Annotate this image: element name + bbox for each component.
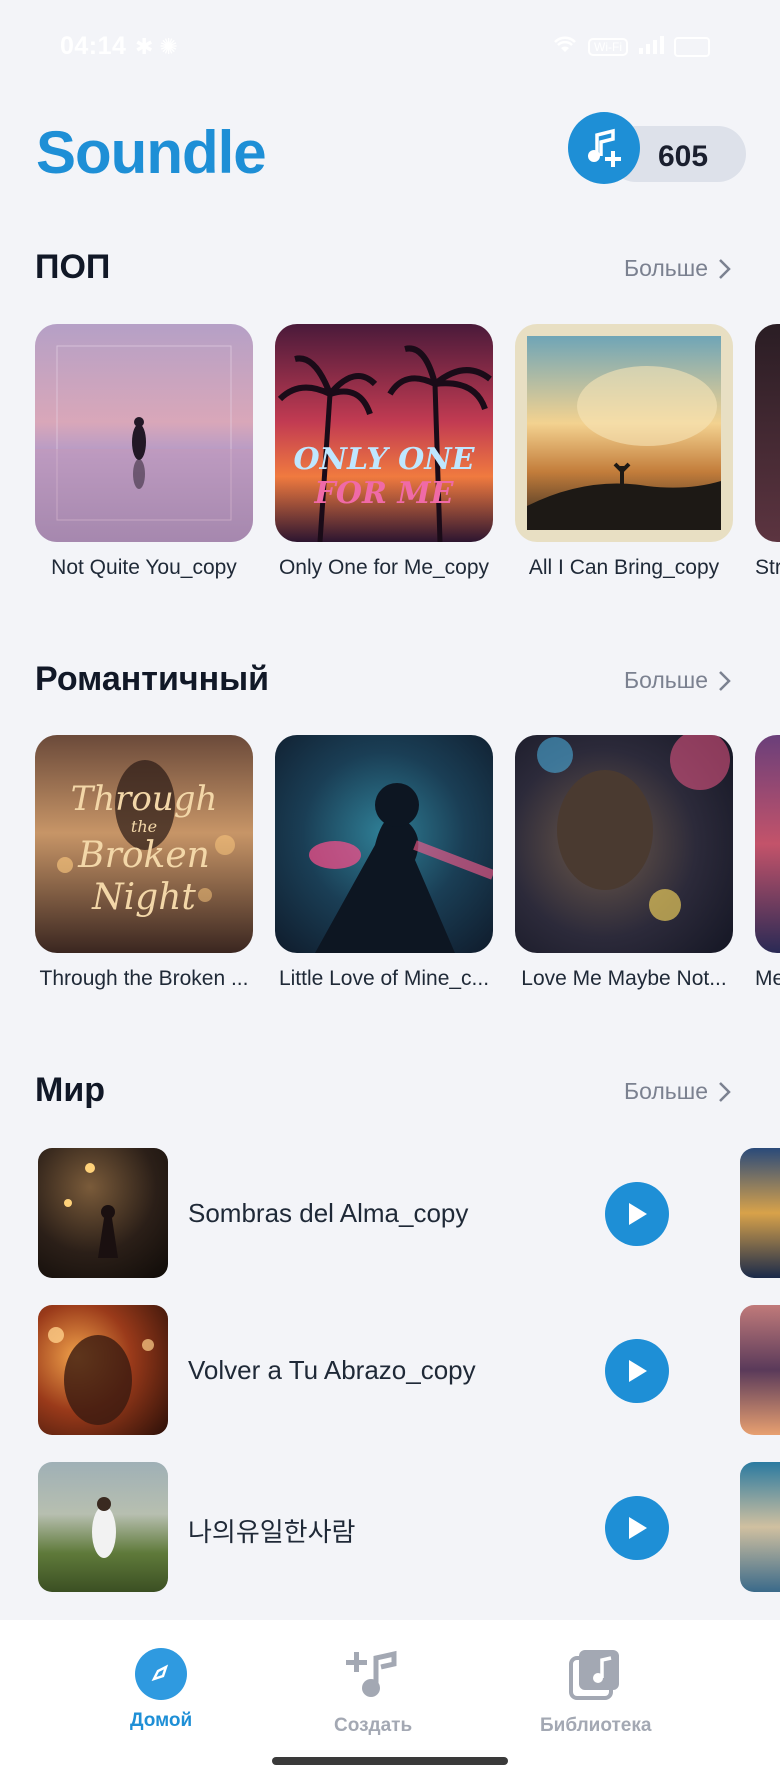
chevron-right-icon — [719, 1081, 731, 1102]
song-title: Not Quite You_copy — [51, 556, 237, 579]
nav-tab-home[interactable]: Домой — [130, 1648, 192, 1732]
section-title-world: Мир — [35, 1071, 105, 1109]
add-music-icon — [568, 112, 640, 184]
signal-icon — [638, 34, 664, 59]
song-title: Str — [755, 556, 780, 579]
wifi-icon — [552, 34, 578, 59]
song-thumbnail — [38, 1148, 168, 1278]
status-left-icons: ✱ ✺ — [135, 34, 178, 59]
song-title: Through the Broken ... — [39, 967, 249, 990]
song-card[interactable]: Through the Broken Night Through the Bro… — [35, 735, 253, 991]
credits-count: 605 — [658, 140, 709, 173]
song-card[interactable]: Me — [755, 735, 780, 991]
song-title: Only One for Me_copy — [278, 556, 490, 579]
song-title: Little Love of Mine_c... — [278, 967, 490, 990]
cover-text: Broken — [78, 835, 210, 876]
section-title-pop: ПОП — [35, 248, 111, 286]
bottom-navigation: Домой Создать Библиотека — [0, 1620, 780, 1777]
pop-carousel: Not Quite You_copy ONLY ONE FOR ME Only … — [35, 324, 780, 580]
status-time: 04:14 — [60, 32, 127, 60]
app-logo: Soundle — [36, 119, 267, 186]
song-title: 나의유일한사람 — [188, 1517, 356, 1547]
world-song-list: Sombras del Alma_copy Volver a Tu Abrazo… — [38, 1148, 738, 1619]
next-column-thumbnail[interactable] — [740, 1462, 780, 1592]
cover-text: Through — [70, 779, 218, 819]
song-title: Love Me Maybe Not... — [521, 967, 727, 990]
song-title: All I Can Bring_copy — [528, 556, 720, 579]
library-icon — [568, 1648, 623, 1705]
nav-label: Домой — [130, 1710, 193, 1731]
song-thumbnail — [38, 1462, 168, 1592]
cover-text: FOR ME — [314, 476, 454, 511]
song-cover — [755, 324, 780, 542]
world-more-link[interactable]: Больше — [624, 1078, 732, 1105]
more-label: Больше — [623, 255, 708, 281]
nav-label: Библиотека — [540, 1715, 652, 1736]
song-cover — [755, 735, 780, 953]
play-button[interactable] — [605, 1496, 669, 1560]
song-cover — [515, 735, 733, 953]
song-thumbnail — [38, 1305, 168, 1435]
pop-more-link[interactable]: Больше — [624, 255, 732, 282]
nav-tab-create[interactable]: Создать — [334, 1648, 412, 1737]
more-label: Больше — [623, 1078, 708, 1104]
more-label: Больше — [623, 667, 708, 693]
cover-text: ONLY ONE — [293, 442, 475, 477]
romantic-carousel: Through the Broken Night Through the Bro… — [35, 735, 780, 991]
song-cover: Through the Broken Night — [35, 735, 253, 953]
play-button[interactable] — [605, 1182, 669, 1246]
compass-icon — [135, 1648, 188, 1700]
status-bar: 04:14 ✱ ✺ Wi-Fi — [0, 0, 780, 95]
cover-text: the — [130, 817, 158, 836]
list-item[interactable]: Sombras del Alma_copy — [38, 1148, 738, 1278]
song-title: Me — [755, 967, 780, 990]
cover-text: Night — [92, 877, 196, 918]
song-title: Sombras del Alma_copy — [188, 1198, 469, 1228]
list-item[interactable]: Volver a Tu Abrazo_copy — [38, 1305, 738, 1435]
status-right-icons: Wi-Fi — [552, 34, 710, 59]
play-icon — [629, 1203, 647, 1225]
network-badge: Wi-Fi — [588, 37, 628, 56]
song-card[interactable]: Little Love of Mine_c... — [275, 735, 493, 991]
song-cover — [35, 324, 253, 542]
song-card[interactable]: ONLY ONE FOR ME Only One for Me_copy — [275, 324, 493, 580]
next-column-thumbnail[interactable] — [740, 1305, 780, 1435]
song-cover: ONLY ONE FOR ME — [275, 324, 493, 542]
chevron-right-icon — [719, 670, 731, 691]
nav-label: Создать — [334, 1715, 413, 1736]
nav-tab-library[interactable]: Библиотека — [540, 1648, 651, 1737]
romantic-more-link[interactable]: Больше — [624, 667, 732, 694]
song-card[interactable]: All I Can Bring_copy — [515, 324, 733, 580]
home-indicator — [272, 1757, 508, 1765]
song-title: Volver a Tu Abrazo_copy — [188, 1355, 476, 1385]
chevron-right-icon — [719, 258, 731, 279]
play-icon — [629, 1360, 647, 1382]
credits-button[interactable]: 605 — [568, 112, 746, 184]
song-card[interactable]: Love Me Maybe Not... — [515, 735, 733, 991]
add-music-icon — [346, 1648, 400, 1705]
play-icon — [629, 1517, 647, 1539]
list-item[interactable]: 나의유일한사람 — [38, 1462, 738, 1592]
song-cover — [515, 324, 733, 542]
play-button[interactable] — [605, 1339, 669, 1403]
song-card[interactable]: Not Quite You_copy — [35, 324, 253, 580]
battery-icon — [674, 36, 710, 57]
next-column-thumbnail[interactable] — [740, 1148, 780, 1278]
section-title-romantic: Романтичный — [35, 660, 270, 698]
song-cover — [275, 735, 493, 953]
song-card[interactable]: Str — [755, 324, 780, 580]
